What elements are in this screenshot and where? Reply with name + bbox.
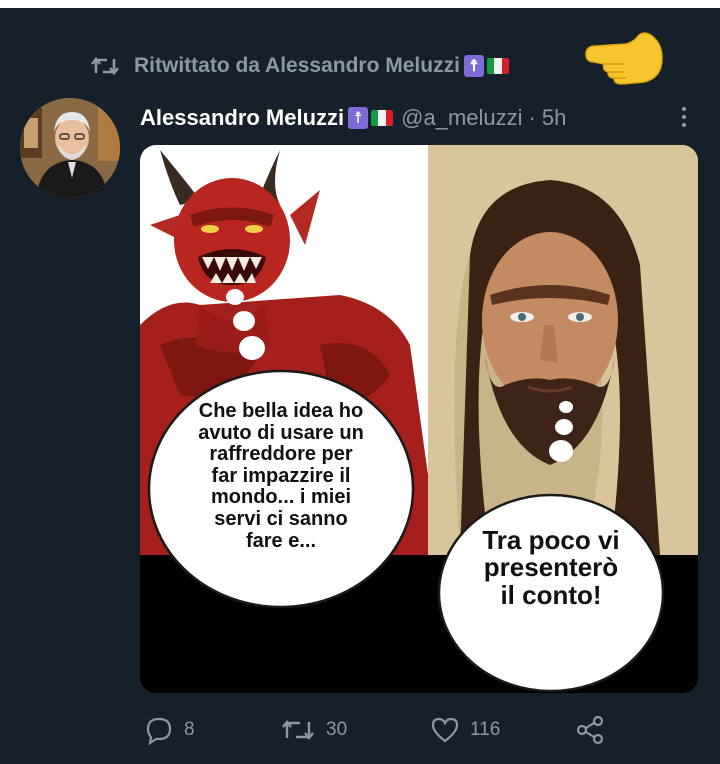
devil-line: fare e... xyxy=(245,529,317,552)
devil-line: far impazzire il xyxy=(211,464,351,487)
share-icon xyxy=(576,715,604,745)
orthodox-cross-icon: ☨ xyxy=(348,107,369,129)
retweeted-by-badges: ☨ xyxy=(463,55,509,77)
italy-flag-icon xyxy=(371,110,394,126)
author-handle[interactable]: @a_meluzzi xyxy=(401,105,522,131)
avatar-photo xyxy=(20,98,120,198)
retweet-button[interactable]: 30 xyxy=(280,710,347,750)
jesus-line: presenterò xyxy=(483,552,619,583)
jesus-line: il conto! xyxy=(500,579,602,610)
more-dot-icon xyxy=(682,107,686,111)
orthodox-cross-icon: ☨ xyxy=(463,55,484,77)
tweet-media-image[interactable]: Che bella idea ho avuto di usare un raff… xyxy=(140,145,698,693)
tweet-time[interactable]: 5h xyxy=(542,105,566,131)
jesus-bubble-text: Tra poco vi presenterò il conto! xyxy=(455,525,647,610)
retweeted-by-row[interactable]: Ritwittato da Alessandro Meluzzi ☨ xyxy=(90,50,509,82)
like-button[interactable]: 116 xyxy=(430,710,500,750)
avatar[interactable] xyxy=(20,98,120,198)
tweet-header: Alessandro Meluzzi ☨ @a_meluzzi · 5h xyxy=(140,100,566,136)
retweet-count: 30 xyxy=(326,719,348,740)
more-dot-icon xyxy=(682,123,686,127)
top-edge xyxy=(0,0,720,8)
italy-flag-icon xyxy=(486,58,509,74)
devil-line: servi ci sanno xyxy=(214,507,348,530)
retweet-icon xyxy=(282,720,314,740)
author-name[interactable]: Alessandro Meluzzi xyxy=(140,105,344,131)
author-badges: ☨ xyxy=(348,107,394,129)
jesus-line: Tra poco vi xyxy=(482,525,620,555)
devil-line: mondo... i miei xyxy=(210,486,351,509)
heart-icon xyxy=(431,717,459,743)
more-dot-icon xyxy=(682,115,686,119)
devil-line: raffreddore per xyxy=(209,443,353,466)
tweet-actions: 8 30 116 xyxy=(140,710,620,750)
devil-line: avuto di usare un xyxy=(198,421,364,444)
reply-button[interactable]: 8 xyxy=(144,710,195,750)
devil-line: Che bella idea ho xyxy=(198,400,364,422)
like-count: 116 xyxy=(470,719,501,740)
more-options-button[interactable] xyxy=(674,102,694,132)
devil-bubble-text: Che bella idea ho avuto di usare un raff… xyxy=(162,400,400,552)
separator-dot: · xyxy=(528,105,536,130)
pointing-hand-icon xyxy=(585,32,663,85)
retweeted-by-text: Ritwittato da Alessandro Meluzzi xyxy=(134,54,460,77)
retweet-icon xyxy=(90,56,120,76)
share-button[interactable] xyxy=(574,710,616,750)
reply-count: 8 xyxy=(184,719,195,740)
reply-icon xyxy=(146,717,172,745)
